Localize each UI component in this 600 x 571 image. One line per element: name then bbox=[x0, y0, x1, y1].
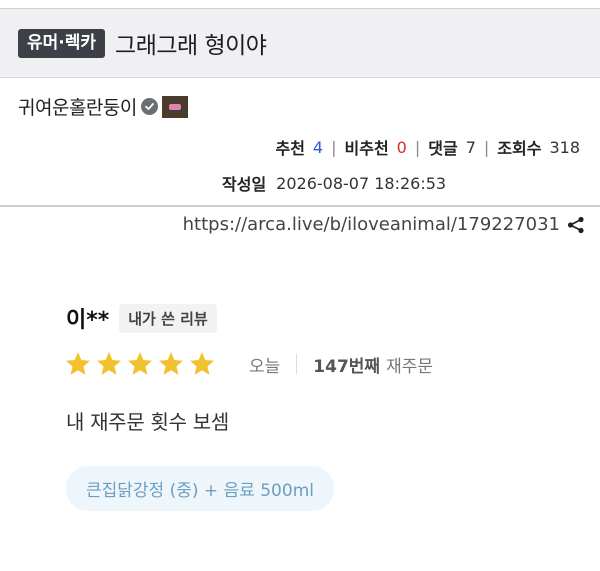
dislikes-label: 비추천 bbox=[344, 139, 389, 158]
star-icon bbox=[127, 352, 153, 375]
star-icon bbox=[65, 352, 91, 375]
date-value: 2026-08-07 18:26:53 bbox=[276, 173, 447, 193]
comments-label: 댓글 bbox=[428, 139, 458, 158]
my-review-badge: 내가 쓴 리뷰 bbox=[119, 303, 217, 333]
share-icon[interactable] bbox=[566, 215, 586, 235]
review-card: 이** 내가 쓴 리뷰 오늘 147번째 재주문 내 재주문 횟수 보셈 큰집닭… bbox=[0, 280, 600, 571]
views-label: 조회수 bbox=[497, 139, 542, 158]
post-stats: 추천 4 | 비추천 0 | 댓글 7 | 조회수 318 bbox=[275, 135, 580, 159]
post-title: 그래그래 형이야 bbox=[115, 33, 267, 59]
review-date: 오늘 bbox=[249, 356, 281, 377]
reorder-count: 147번째 bbox=[313, 356, 381, 377]
divider bbox=[296, 354, 298, 374]
post-date: 작성일 2026-08-07 18:26:53 bbox=[222, 171, 446, 195]
dislikes-count: 0 bbox=[396, 137, 407, 157]
user-emblem-icon bbox=[161, 95, 188, 118]
review-text: 내 재주문 횟수 보셈 bbox=[66, 410, 229, 434]
stats-separator: | bbox=[331, 137, 337, 157]
source-url[interactable]: https://arca.live/b/iloveanimal/17922703… bbox=[183, 214, 560, 235]
star-icon bbox=[96, 352, 122, 375]
date-label: 작성일 bbox=[222, 175, 267, 194]
post-meta: 귀여운홀란둥이 추천 4 | 비추천 0 | 댓글 7 | 조회수 318 작성… bbox=[0, 79, 600, 207]
author-name[interactable]: 귀여운홀란둥이 bbox=[18, 93, 137, 120]
author-row[interactable]: 귀여운홀란둥이 bbox=[18, 93, 188, 120]
reorder-label: 재주문 bbox=[386, 356, 433, 377]
views-count: 318 bbox=[549, 137, 580, 157]
reviewer-row: 이** 내가 쓴 리뷰 bbox=[66, 302, 217, 334]
star-rating bbox=[64, 350, 219, 378]
likes-count: 4 bbox=[312, 137, 324, 157]
post-header: 유머·렉카 그래그래 형이야 bbox=[0, 8, 600, 78]
stats-separator: | bbox=[414, 137, 421, 157]
star-icon bbox=[189, 352, 215, 375]
category-badge[interactable]: 유머·렉카 bbox=[18, 28, 106, 58]
star-icon bbox=[158, 352, 184, 375]
likes-label: 추천 bbox=[275, 139, 305, 158]
comments-count: 7 bbox=[465, 137, 476, 157]
reviewer-name: 이** bbox=[66, 308, 110, 333]
verified-check-icon bbox=[140, 98, 158, 115]
rating-row: 오늘 147번째 재주문 bbox=[64, 350, 433, 378]
ordered-menu-chip: 큰집닭강정 (중) + 음료 500ml bbox=[66, 466, 334, 511]
source-url-row: https://arca.live/b/iloveanimal/17922703… bbox=[183, 214, 586, 235]
stats-separator: | bbox=[483, 137, 490, 157]
